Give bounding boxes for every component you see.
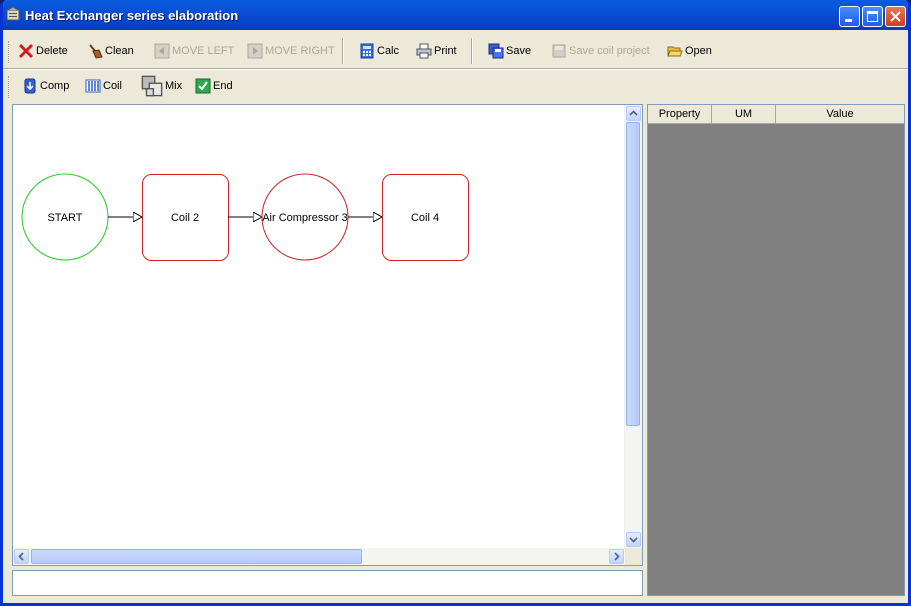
toolbar-grip[interactable]: [8, 41, 12, 63]
move-left-button[interactable]: MOVE LEFT: [154, 40, 234, 62]
diagram-canvas[interactable]: START Coil 2 Air Compressor 3 Coil 4: [12, 104, 643, 566]
column-header-um[interactable]: UM: [712, 105, 776, 123]
minimize-icon: [845, 19, 852, 22]
component-toolbar: Comp Coil Mix End: [3, 71, 908, 103]
window-title: Heat Exchanger series elaboration: [25, 8, 239, 23]
node-2-label: Air Compressor 3: [262, 212, 348, 224]
property-table-header: Property UM Value: [648, 105, 904, 124]
vertical-scrollbar[interactable]: [624, 105, 642, 549]
close-icon: [890, 11, 901, 22]
toolbar-separator: [471, 38, 473, 64]
save-icon: [488, 43, 504, 59]
maximize-button[interactable]: [862, 6, 883, 27]
main-toolbar: Delete Clean MOVE LEFT MOVE RIGHT Calc P…: [3, 36, 908, 69]
folder-open-icon: [667, 46, 683, 57]
save-coil-icon: [552, 44, 566, 58]
delete-label: Delete: [36, 45, 68, 57]
scroll-corner: [625, 548, 642, 565]
move-right-label: MOVE RIGHT: [265, 45, 335, 57]
comp-label: Comp: [40, 80, 70, 92]
move-right-button[interactable]: MOVE RIGHT: [247, 40, 335, 62]
close-button[interactable]: [885, 6, 906, 27]
chevron-down-icon: [629, 537, 638, 543]
title-bar[interactable]: Heat Exchanger series elaboration: [3, 0, 908, 30]
comp-button[interactable]: Comp: [22, 75, 69, 97]
vertical-scroll-thumb[interactable]: [626, 122, 640, 426]
move-left-label: MOVE LEFT: [172, 45, 235, 57]
chevron-left-icon: [18, 552, 24, 561]
delete-icon: [18, 43, 34, 59]
horizontal-scroll-thumb[interactable]: [31, 549, 362, 564]
calculator-icon: [360, 43, 374, 59]
main-window: Heat Exchanger series elaboration Delete…: [0, 0, 911, 606]
mix-label: Mix: [165, 80, 183, 92]
scroll-down-button[interactable]: [626, 532, 641, 547]
node-1-label: Coil 2: [171, 212, 199, 224]
compressor-icon: [24, 78, 36, 94]
save-button[interactable]: Save: [488, 40, 531, 62]
node-0-label: START: [47, 212, 82, 224]
flow-diagram: START Coil 2 Air Compressor 3 Coil 4: [21, 173, 469, 261]
clean-label: Clean: [105, 45, 134, 57]
save-label: Save: [506, 45, 532, 57]
toolbar-grip[interactable]: [8, 76, 12, 98]
calc-label: Calc: [377, 45, 400, 57]
arrow-right-icon: [247, 43, 263, 59]
mix-icon: [141, 75, 163, 97]
column-header-value[interactable]: Value: [776, 105, 904, 123]
toolbar-divider: [3, 68, 908, 70]
open-label: Open: [685, 45, 712, 57]
chevron-right-icon: [614, 552, 620, 561]
printer-icon: [416, 43, 432, 59]
chevron-up-icon: [629, 110, 638, 116]
coil-button[interactable]: Coil: [85, 75, 122, 97]
column-header-property[interactable]: Property: [648, 105, 712, 123]
print-button[interactable]: Print: [416, 40, 457, 62]
open-button[interactable]: Open: [667, 40, 712, 62]
end-label: End: [213, 80, 233, 92]
minimize-button[interactable]: [839, 6, 860, 27]
status-field[interactable]: [12, 570, 643, 596]
toolbar-separator: [342, 38, 344, 64]
scroll-up-button[interactable]: [626, 106, 641, 121]
property-panel[interactable]: Property UM Value: [647, 104, 905, 596]
coil-icon: [85, 79, 101, 93]
save-coil-label: Save coil project: [569, 45, 650, 57]
scroll-right-button[interactable]: [609, 549, 624, 564]
print-label: Print: [434, 45, 457, 57]
clean-button[interactable]: Clean: [87, 40, 134, 62]
end-button[interactable]: End: [195, 75, 233, 97]
arrow-left-icon: [154, 43, 170, 59]
maximize-icon: [867, 11, 878, 22]
mix-button[interactable]: Mix: [141, 75, 182, 97]
checkmark-icon: [195, 78, 211, 94]
horizontal-scrollbar[interactable]: [13, 548, 625, 565]
delete-button[interactable]: Delete: [18, 40, 68, 62]
app-icon: [6, 7, 20, 21]
scroll-left-button[interactable]: [14, 549, 29, 564]
node-3-label: Coil 4: [411, 212, 439, 224]
coil-label: Coil: [103, 80, 122, 92]
save-coil-project-button[interactable]: Save coil project: [551, 40, 650, 62]
calc-button[interactable]: Calc: [359, 40, 399, 62]
broom-icon: [89, 44, 103, 59]
